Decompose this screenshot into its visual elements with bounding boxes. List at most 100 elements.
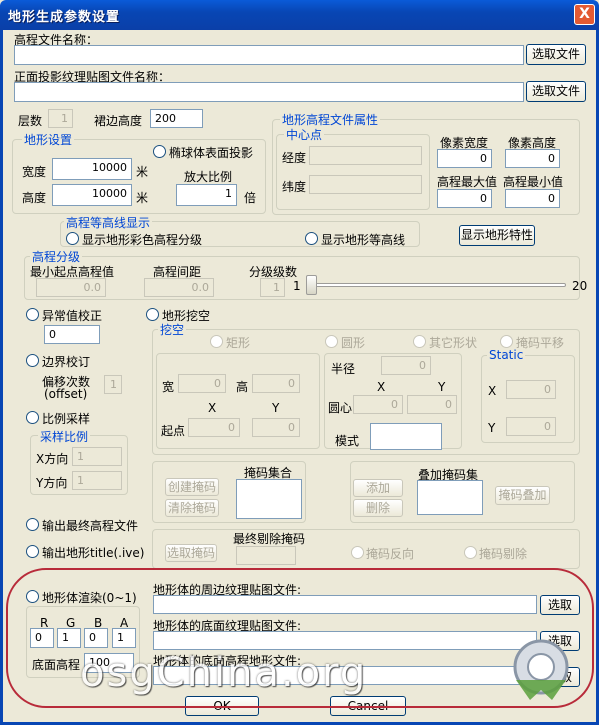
center-y-header: Y xyxy=(438,380,446,394)
skirt-label: 裙边高度 xyxy=(94,114,143,128)
sampling-y-input: 1 xyxy=(72,471,122,490)
rect-width-label: 宽 xyxy=(162,380,175,394)
final-mask-input xyxy=(236,546,296,565)
longitude-input xyxy=(309,146,422,165)
latitude-input xyxy=(309,175,422,194)
mask-remove-radio xyxy=(464,546,477,559)
border-label: 边界校订 xyxy=(42,355,91,369)
radius-input: 0 xyxy=(381,356,431,375)
sampling-y-label: Y方向 xyxy=(36,476,68,490)
pick-mask-button: 选取掩码 xyxy=(165,544,217,562)
mode-input[interactable] xyxy=(370,423,442,450)
output-elev-label: 输出最终高程文件 xyxy=(42,519,139,533)
contour-lines-radio[interactable] xyxy=(305,232,318,245)
static-x-label: X xyxy=(488,384,497,398)
mask-pan-radio xyxy=(500,335,513,348)
min-elev-input: 0 xyxy=(505,189,560,208)
center-y-input: 0 xyxy=(407,395,457,414)
sampling-x-label: X方向 xyxy=(36,452,69,466)
sampling-radio[interactable] xyxy=(26,411,39,424)
width-input[interactable]: 10000 xyxy=(52,158,132,180)
mask-remove-label: 掩码剔除 xyxy=(479,547,528,561)
overlay-mask-button: 掩码叠加 xyxy=(495,486,550,505)
width-unit: 米 xyxy=(136,165,149,179)
overlay-mask-list[interactable] xyxy=(417,480,483,515)
circle-center-label: 圆心 xyxy=(328,401,353,415)
show-terrain-features-button[interactable]: 显示地形特性 xyxy=(459,225,535,246)
final-mask-title: 最终剔除掩码 xyxy=(233,532,306,546)
rect-height-label: 高 xyxy=(236,380,249,394)
levels-input: 1 xyxy=(260,278,285,297)
longitude-label: 经度 xyxy=(282,151,307,165)
elev-file-input[interactable] xyxy=(14,45,524,65)
start-x-input: 0 xyxy=(188,418,240,437)
border-radio[interactable] xyxy=(26,354,39,367)
width-label: 宽度 xyxy=(22,165,47,179)
interval-input: 0.0 xyxy=(144,278,214,297)
other-shape-label: 其它形状 xyxy=(429,336,478,350)
scale-input[interactable]: 1 xyxy=(176,184,237,206)
mask-reverse-radio xyxy=(351,546,364,559)
center-point-title: 中心点 xyxy=(284,126,325,143)
start-y-input: 0 xyxy=(252,418,300,437)
color-grading-radio[interactable] xyxy=(66,232,79,245)
start-label: 起点 xyxy=(161,424,186,438)
output-title-label: 输出地形title(.ive) xyxy=(42,546,145,560)
create-mask-button: 创建掩码 xyxy=(165,478,219,496)
anomaly-input[interactable]: 0 xyxy=(44,325,100,344)
height-unit: 米 xyxy=(136,191,149,205)
anomaly-label: 异常值校正 xyxy=(42,309,103,323)
pixel-width-input: 0 xyxy=(437,149,492,168)
close-button[interactable]: X xyxy=(574,4,595,25)
max-elev-input: 0 xyxy=(437,189,492,208)
ellipsoid-radio[interactable] xyxy=(153,145,166,158)
rect-label: 矩形 xyxy=(226,336,251,350)
circle-radio xyxy=(325,335,338,348)
sampling-label: 比例采样 xyxy=(42,412,91,426)
pixel-height-input: 0 xyxy=(505,149,560,168)
layers-label: 层数 xyxy=(18,114,43,128)
latitude-label: 纬度 xyxy=(282,180,307,194)
offset-sub-label: (offset) xyxy=(44,387,88,401)
height-label: 高度 xyxy=(22,191,47,205)
circle-label: 圆形 xyxy=(341,336,366,350)
clear-mask-button: 清除掩码 xyxy=(165,499,219,517)
color-grading-label: 显示地形彩色高程分级 xyxy=(82,233,203,247)
watermark: osgChina.org xyxy=(80,650,368,696)
center-x-header: X xyxy=(377,380,386,394)
texture-file-button[interactable]: 选取文件 xyxy=(526,81,586,102)
sampling-group-title: 采样比例 xyxy=(38,428,91,445)
logo-icon xyxy=(513,639,569,700)
dig-radio[interactable] xyxy=(146,308,159,321)
anomaly-radio[interactable] xyxy=(26,308,39,321)
min-elev-label: 高程最小值 xyxy=(503,175,564,189)
static-x-input: 0 xyxy=(506,380,556,399)
sampling-x-input: 1 xyxy=(72,447,122,466)
elev-file-button[interactable]: 选取文件 xyxy=(526,44,586,65)
start-x-header: X xyxy=(208,401,217,415)
center-x-input: 0 xyxy=(353,395,403,414)
mask-reverse-label: 掩码反向 xyxy=(366,547,415,561)
max-elev-label: 高程最大值 xyxy=(437,175,498,189)
slider-min-label: 1 xyxy=(293,279,301,293)
mask-set-list[interactable] xyxy=(236,479,302,519)
output-title-radio[interactable] xyxy=(26,545,39,558)
other-shape-radio xyxy=(413,335,426,348)
texture-file-input[interactable] xyxy=(14,82,524,102)
static-title: Static xyxy=(487,348,526,362)
offset-input: 1 xyxy=(104,375,122,394)
delete-mask-button: 删除 xyxy=(353,499,403,517)
static-y-input: 0 xyxy=(506,417,556,436)
slider-max-label: 20 xyxy=(572,279,588,293)
start-y-header: Y xyxy=(272,401,280,415)
skirt-input[interactable]: 200 xyxy=(150,109,203,128)
window-title: 地形生成参数设置 xyxy=(8,10,121,25)
min-start-input: 0.0 xyxy=(36,278,106,297)
height-input[interactable]: 10000 xyxy=(52,184,132,206)
ellipsoid-label: 椭球体表面投影 xyxy=(169,146,254,160)
radius-label: 半径 xyxy=(331,362,356,376)
levels-slider-track[interactable] xyxy=(306,283,566,287)
levels-slider-thumb[interactable] xyxy=(306,275,317,295)
output-elev-radio[interactable] xyxy=(26,518,39,531)
add-mask-button: 添加 xyxy=(353,479,403,497)
